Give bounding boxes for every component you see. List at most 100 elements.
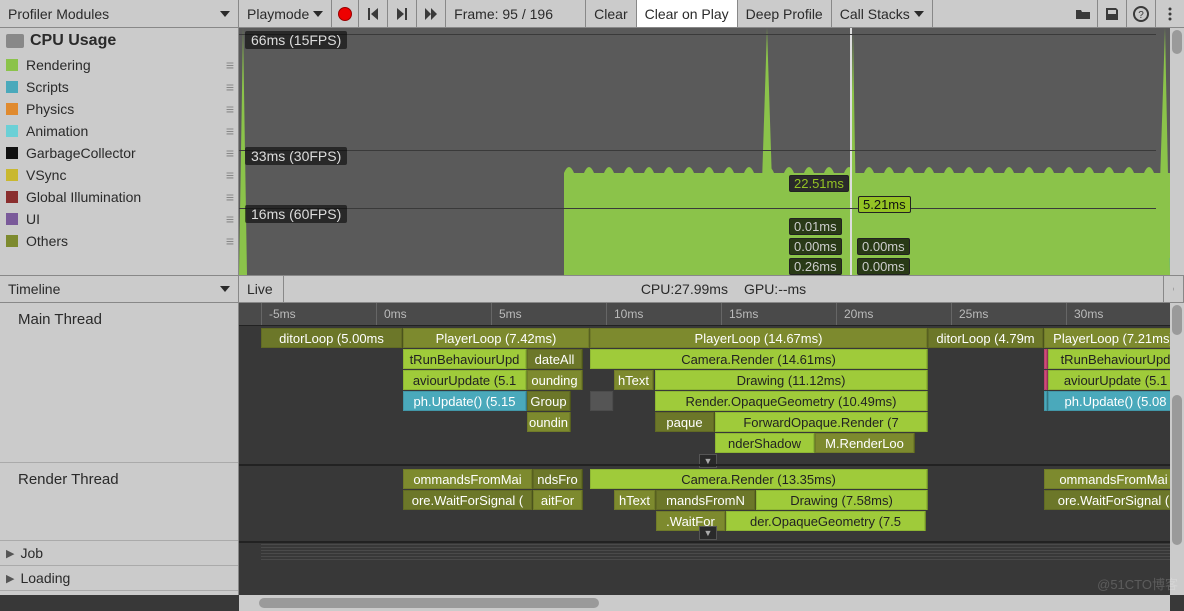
scrollbar-thumb[interactable] [1172,395,1182,545]
svg-text:?: ? [1138,10,1144,21]
timeline-block[interactable]: mandsFromN [656,490,756,510]
playmode-dropdown[interactable]: Playmode [239,0,332,27]
thread-loading[interactable]: ▶ Loading [0,566,238,591]
drag-grip-icon[interactable]: ≡ [226,233,232,249]
sidebar-item-vsync[interactable]: VSync≡ [0,164,238,186]
timeline-block[interactable]: Drawing (11.12ms) [655,370,928,390]
help-button[interactable]: ? [1127,0,1156,27]
last-frame-button[interactable] [417,0,446,27]
timeline-block[interactable]: ndsFro [533,469,583,489]
record-button[interactable] [332,0,359,27]
timeline-block[interactable]: ph.Update() (5.08 [1048,391,1184,411]
load-button[interactable] [1069,0,1098,27]
timeline-block[interactable]: Group [527,391,571,411]
expand-button[interactable]: ▼ [699,526,717,540]
frame-cursor[interactable] [850,28,852,275]
timeline-menu-button[interactable] [1164,276,1184,302]
playmode-label: Playmode [247,6,309,22]
timeline-block[interactable]: ph.Update() (5.15 [403,391,527,411]
timeline-block[interactable]: Camera.Render (14.61ms) [590,349,928,369]
sidebar-item-scripts[interactable]: Scripts≡ [0,76,238,98]
timeline-block[interactable]: aviourUpdate (5.1 [403,370,527,390]
drag-grip-icon[interactable]: ≡ [226,145,232,161]
timeline-tracks[interactable]: -5ms0ms5ms10ms15ms20ms25ms30ms ditorLoop… [239,303,1184,595]
timeline-block[interactable]: dateAll [527,349,583,369]
timeline-hscroll[interactable] [239,595,1170,611]
drag-grip-icon[interactable]: ≡ [226,123,232,139]
ruler-tick: 10ms [614,307,643,321]
timeline-block[interactable]: der.OpaqueGeometry (7.5 [726,511,926,531]
timeline-block[interactable]: ore.WaitForSignal ( [403,490,533,510]
timeline-block[interactable]: PlayerLoop (7.21ms) [1044,328,1184,348]
ruler-tick: 25ms [959,307,988,321]
timeline-block[interactable]: ommandsFromMai [1044,469,1184,489]
fps-guide-line [239,150,1156,151]
timeline-block[interactable]: M.RenderLoo [815,433,915,453]
save-button[interactable] [1098,0,1127,27]
deep-profile-button[interactable]: Deep Profile [738,0,832,27]
drag-grip-icon[interactable]: ≡ [226,189,232,205]
thread-job[interactable]: ▶ Job [0,541,238,566]
timeline-block[interactable]: aitFor [533,490,583,510]
fps-guide-label: 16ms (60FPS) [245,205,347,223]
timeline-block[interactable]: ore.WaitForSignal ( [1044,490,1184,510]
sidebar-item-animation[interactable]: Animation ≡ [0,120,238,142]
timeline-block[interactable]: ommandsFromMai [403,469,533,489]
frame-indicator[interactable]: Frame: 95 / 196 [446,0,586,27]
color-swatch [6,235,18,247]
drag-grip-icon[interactable]: ≡ [226,211,232,227]
drag-grip-icon[interactable]: ≡ [226,167,232,183]
timeline-block[interactable] [590,391,614,411]
thread-main[interactable]: Main Thread [0,303,238,463]
fps-guide-line [239,208,1156,209]
call-stacks-button[interactable]: Call Stacks [832,0,933,27]
thread-render[interactable]: Render Thread [0,463,238,541]
timeline-block[interactable]: nderShadow [715,433,815,453]
timeline-block[interactable]: PlayerLoop (7.42ms) [403,328,590,348]
sidebar-item-label: Animation [26,123,88,139]
clear-button[interactable]: Clear [586,0,636,27]
cpu-graph[interactable]: 66ms (15FPS)33ms (30FPS)16ms (60FPS) 22.… [239,28,1184,275]
timeline-block[interactable]: Render.OpaqueGeometry (10.49ms) [655,391,928,411]
timeline-block[interactable]: ounding [527,370,583,390]
sidebar-item-physics[interactable]: Physics≡ [0,98,238,120]
timeline-block[interactable]: aviourUpdate (5.1 [1048,370,1184,390]
sidebar-item-others[interactable]: Others≡ [0,230,238,252]
timeline-block[interactable]: PlayerLoop (14.67ms) [590,328,928,348]
timeline-block[interactable]: ditorLoop (5.00ms [261,328,403,348]
timeline-block[interactable]: paque [655,412,715,432]
drag-grip-icon[interactable]: ≡ [226,79,232,95]
timeline-block[interactable]: oundin [527,412,571,432]
timeline-block[interactable]: hText [614,490,656,510]
dropdown-icon [914,11,924,17]
graph-area[interactable]: 66ms (15FPS)33ms (30FPS)16ms (60FPS) 22.… [239,28,1170,275]
timeline-block[interactable]: ditorLoop (4.79m [928,328,1044,348]
timeline-block[interactable]: hText [614,370,654,390]
context-menu-button[interactable] [1156,0,1184,27]
scrollbar-thumb[interactable] [1172,305,1182,335]
timeline-vscroll[interactable] [1170,303,1184,595]
sidebar-item-global illumination[interactable]: Global Illumination≡ [0,186,238,208]
graph-svg [239,28,1170,275]
timeline-view-dropdown[interactable]: Timeline [0,276,239,302]
sidebar-item-rendering[interactable]: Rendering≡ [0,54,238,76]
prev-frame-button[interactable] [359,0,388,27]
profiler-modules-dropdown[interactable]: Profiler Modules [0,0,239,27]
drag-grip-icon[interactable]: ≡ [226,57,232,73]
clear-on-play-button[interactable]: Clear on Play [637,0,738,27]
timeline-block[interactable]: ForwardOpaque.Render (7 [715,412,928,432]
sidebar-item-garbagecollector[interactable]: GarbageCollector≡ [0,142,238,164]
timeline-block[interactable]: tRunBehaviourUpd [403,349,527,369]
scrollbar-thumb[interactable] [259,598,599,608]
live-button[interactable]: Live [239,276,284,302]
graph-scrollbar[interactable] [1170,28,1184,275]
ms-badge: 5.21ms [858,196,911,213]
timeline-block[interactable]: tRunBehaviourUpd [1048,349,1184,369]
timeline-block[interactable]: Camera.Render (13.35ms) [590,469,928,489]
sidebar-item-ui[interactable]: UI≡ [0,208,238,230]
drag-grip-icon[interactable]: ≡ [226,101,232,117]
scrollbar-thumb[interactable] [1172,30,1182,54]
next-frame-button[interactable] [388,0,417,27]
timeline-block[interactable]: Drawing (7.58ms) [756,490,928,510]
time-ruler[interactable]: -5ms0ms5ms10ms15ms20ms25ms30ms [239,303,1184,326]
